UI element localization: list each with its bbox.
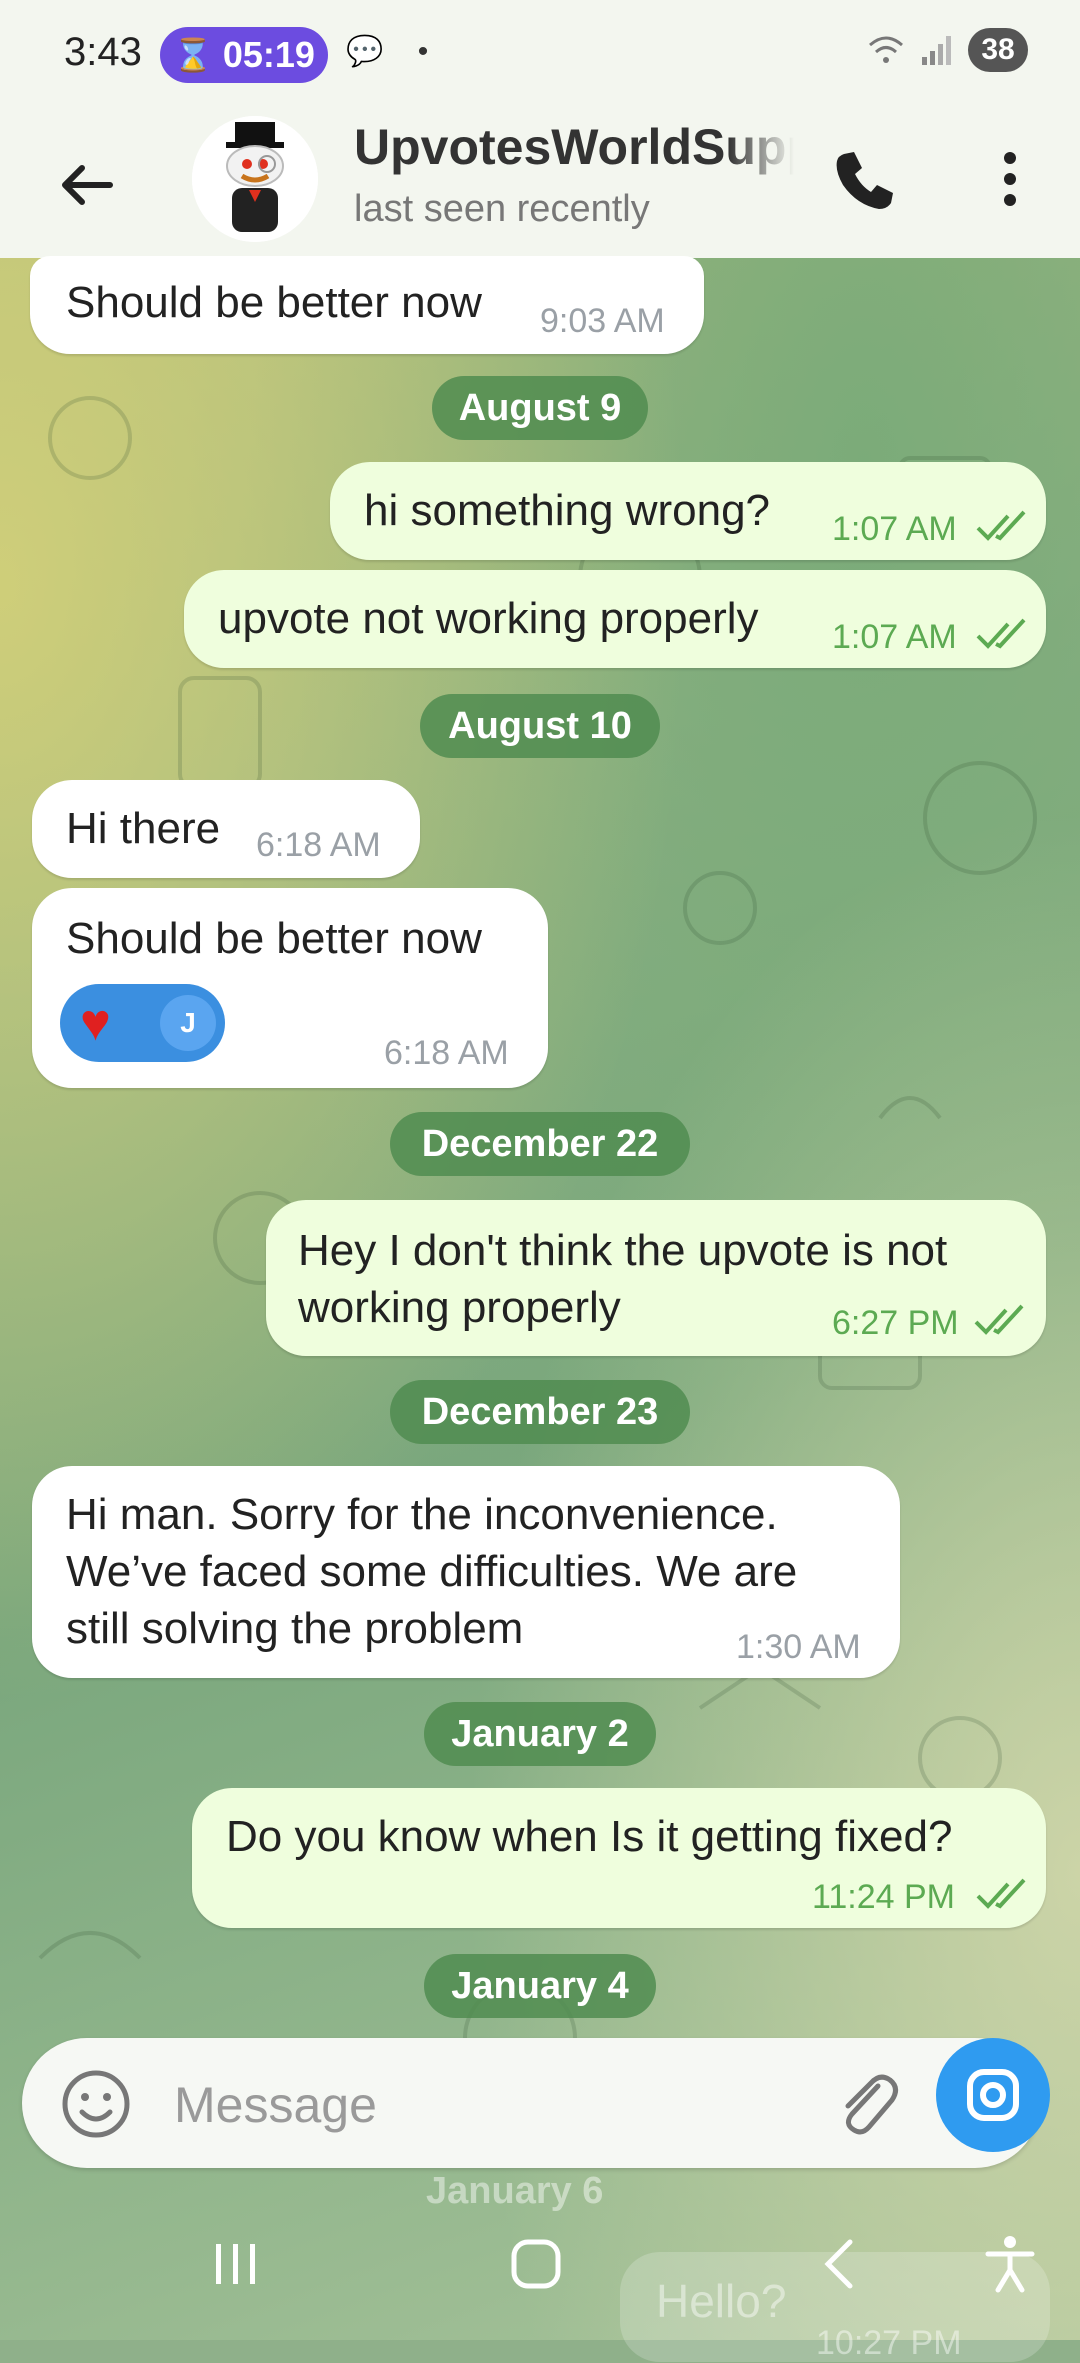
- system-nav-bar: [0, 2190, 1080, 2340]
- message-outgoing[interactable]: hi something wrong? 1:07 AM: [330, 462, 1046, 560]
- reaction-chip[interactable]: ♥ J: [60, 984, 225, 1062]
- hourglass-icon: ⌛: [173, 37, 213, 73]
- message-outgoing[interactable]: Do you know when Is it getting fixed? 11…: [192, 1788, 1046, 1928]
- more-vert-icon[interactable]: [980, 144, 1040, 214]
- message-text: Should be better now: [66, 278, 482, 327]
- message-line: Hey I don't think the upvote is not: [298, 1226, 948, 1275]
- phone-icon[interactable]: [826, 144, 896, 214]
- date-chip: August 9: [432, 376, 648, 440]
- status-right: 38: [866, 28, 1028, 72]
- dot-icon: •: [417, 35, 429, 68]
- timer-value: 05:19: [222, 34, 315, 75]
- message-composer: [22, 2038, 1040, 2168]
- chat-header: UpvotesWorldSupport last seen recently: [0, 110, 1080, 258]
- message-time: 11:24 PM: [812, 1878, 956, 1916]
- accessibility-icon[interactable]: [980, 2234, 1040, 2294]
- message-incoming[interactable]: Hi man. Sorry for the inconvenience. We’…: [32, 1466, 900, 1678]
- message-text: upvote not working properly: [218, 594, 759, 643]
- message-time: 9:03 AM: [540, 302, 665, 340]
- message-time: 6:27 PM: [832, 1304, 959, 1342]
- message-time: 1:07 AM: [832, 618, 957, 656]
- message-text: Hi man. Sorry for the inconvenience. We’…: [66, 1486, 797, 1657]
- timer-pill: ⌛ 05:19: [160, 27, 328, 83]
- message-text: Do you know when Is it getting fixed?: [226, 1812, 953, 1861]
- message-outgoing[interactable]: Hey I don't think the upvote is not work…: [266, 1200, 1046, 1356]
- chat-bubble-icon: 💬: [346, 35, 384, 68]
- date-chip: August 10: [420, 694, 660, 758]
- wifi-icon: [869, 36, 903, 63]
- message-text: hi something wrong?: [364, 486, 771, 535]
- reaction-user-avatar: J: [160, 995, 216, 1051]
- camera-icon: [967, 2069, 1019, 2121]
- camera-button[interactable]: [936, 2038, 1050, 2152]
- status-time: 3:43: [64, 30, 142, 74]
- double-check-icon: [976, 1878, 1026, 1909]
- date-chip: January 2: [424, 1702, 656, 1766]
- chat-title[interactable]: UpvotesWorldSupport: [354, 118, 794, 176]
- home-icon[interactable]: [506, 2234, 566, 2294]
- attach-icon[interactable]: [832, 2068, 902, 2140]
- heart-icon: ♥: [80, 994, 111, 1052]
- double-check-icon: [976, 618, 1026, 649]
- battery-indicator: 38: [968, 28, 1028, 72]
- message-input[interactable]: [172, 2068, 816, 2142]
- message-incoming[interactable]: Should be better now 9:03 AM: [30, 256, 704, 354]
- message-outgoing[interactable]: upvote not working properly 1:07 AM: [184, 570, 1046, 668]
- signal-icon: [922, 36, 951, 65]
- double-check-icon: [976, 510, 1026, 541]
- back-arrow-icon[interactable]: [52, 150, 122, 220]
- avatar[interactable]: [192, 116, 318, 242]
- notification-icons: 💬 •: [346, 34, 428, 69]
- message-line: We’ve faced some difficulties. We are: [66, 1547, 798, 1596]
- message-time: 6:18 AM: [384, 1034, 509, 1072]
- double-check-icon: [974, 1304, 1024, 1335]
- last-seen-status: last seen recently: [354, 188, 650, 230]
- message-line: Hi man. Sorry for the inconvenience.: [66, 1490, 778, 1539]
- date-chip: January 4: [424, 1954, 656, 2018]
- reddit-mascot-avatar-icon: [192, 116, 318, 242]
- message-text: Should be better now: [66, 914, 482, 963]
- date-chip: December 23: [390, 1380, 690, 1444]
- back-nav-icon[interactable]: [810, 2234, 870, 2294]
- recent-apps-icon[interactable]: [206, 2234, 266, 2294]
- message-time: 1:07 AM: [832, 510, 957, 548]
- message-time: 1:30 AM: [736, 1628, 861, 1666]
- date-chip: December 22: [390, 1112, 690, 1176]
- message-line: still solving the problem: [66, 1604, 524, 1653]
- message-incoming[interactable]: Hi there 6:18 AM: [32, 780, 420, 878]
- message-text: Hi there: [66, 804, 221, 853]
- message-time: 6:18 AM: [256, 826, 381, 864]
- emoji-icon[interactable]: [60, 2068, 132, 2140]
- status-bar: 3:43 ⌛ 05:19 💬 • 38: [0, 0, 1080, 110]
